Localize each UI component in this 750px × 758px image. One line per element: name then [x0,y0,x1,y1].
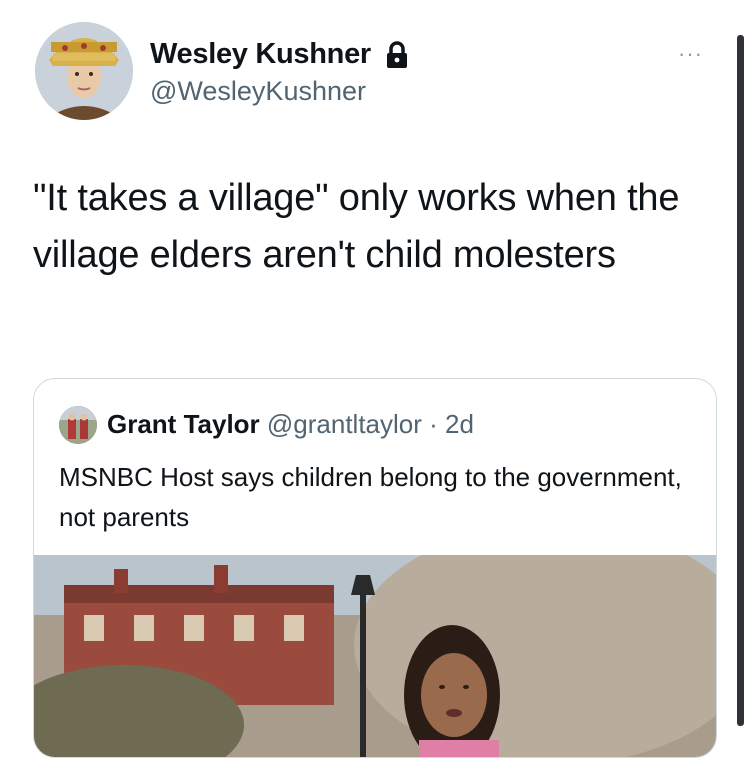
quoted-separator: · [421,409,446,439]
quoted-timestamp[interactable]: 2d [445,409,474,439]
author-avatar[interactable] [35,22,133,120]
more-options-icon[interactable]: ··· [678,43,703,65]
lock-icon [384,41,410,74]
quoted-author-handle[interactable]: @grantltaylor [267,409,422,439]
author-display-name[interactable]: Wesley Kushner [150,38,371,71]
quoted-tweet-text: MSNBC Host says children belong to the g… [59,462,682,532]
quoted-tweet-header: Grant Taylor @grantltaylor · 2d [107,409,474,440]
author-handle[interactable]: @WesleyKushner [150,76,366,107]
quoted-tweet-media[interactable] [34,525,716,757]
tweet-text: "It takes a village" only works when the… [33,177,680,276]
quoted-tweet-card[interactable]: Grant Taylor @grantltaylor · 2d MSNBC Ho… [33,378,717,758]
quoted-author-display-name[interactable]: Grant Taylor [107,409,260,439]
quoted-author-avatar[interactable] [59,406,97,444]
window-edge [737,35,744,726]
